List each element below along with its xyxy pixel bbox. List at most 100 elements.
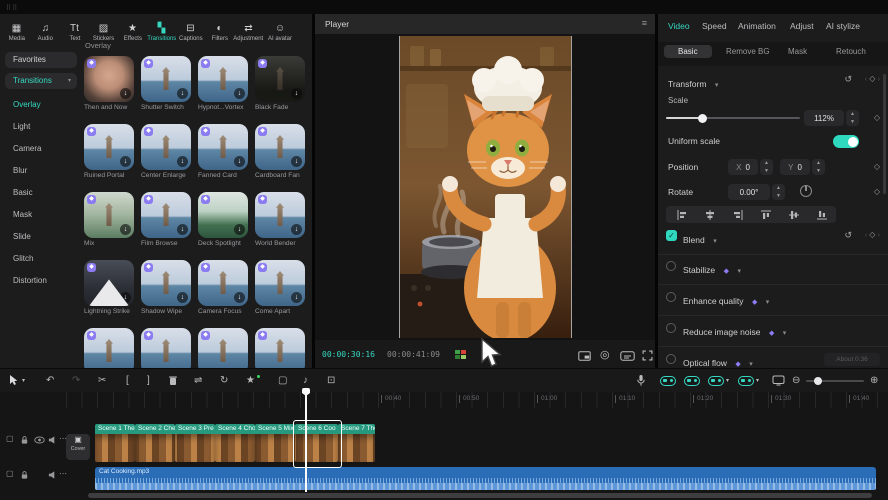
toolbar-item-adjustment[interactable]: ⇄Adjustment xyxy=(234,16,263,48)
transition-item[interactable]: ◆ xyxy=(255,328,312,368)
timeline-clip-scene-5[interactable]: Scene 5 Mix xyxy=(255,424,295,462)
scale-slider[interactable] xyxy=(666,117,800,119)
uniform-scale-toggle[interactable] xyxy=(833,135,859,148)
transition-item[interactable]: ◆ ↓ Camera Focus xyxy=(198,260,255,315)
position-y-field[interactable]: Y0 xyxy=(780,159,810,175)
blend-checkbox[interactable]: ✓ xyxy=(666,230,677,241)
select-tool-icon[interactable] xyxy=(8,369,18,393)
toolbar-item-effects[interactable]: ★Effects xyxy=(118,16,147,48)
sidebar-item-basic[interactable]: Basic xyxy=(13,188,33,197)
split-icon[interactable]: ✂ xyxy=(98,369,106,393)
transition-item[interactable]: ◆ ↓ Film Browse xyxy=(141,192,198,247)
timeline-clip-scene-3[interactable]: Scene 3 Pre xyxy=(175,424,215,462)
chevron-down-icon[interactable]: ▾ xyxy=(756,369,759,393)
position-x-stepper[interactable]: ▲▼ xyxy=(760,159,773,175)
tab-adjust[interactable]: Adjust xyxy=(790,21,814,31)
lock-icon[interactable] xyxy=(20,470,29,480)
redo-icon[interactable]: ↷ xyxy=(72,369,80,393)
timeline-zoom-thumb[interactable] xyxy=(814,377,822,385)
align-left-icon[interactable] xyxy=(676,209,688,221)
voiceover-mic-icon[interactable] xyxy=(636,369,646,393)
position-keyframe-icon[interactable]: ◇ xyxy=(874,162,880,171)
timeline-zoom-slider[interactable] xyxy=(806,380,864,382)
enhance-quality-section-header[interactable]: Enhance quality ◆ ▾ xyxy=(683,291,769,309)
toolbar-item-transitions[interactable]: ▚Transitions xyxy=(147,16,176,48)
blend-reset-icon[interactable]: ↺ xyxy=(844,230,852,241)
align-bottom-icon[interactable] xyxy=(816,209,828,221)
timeline-clip-scene-2[interactable]: Scene 2 Che xyxy=(135,424,175,462)
screen-capture-icon[interactable]: ⊡ xyxy=(327,369,335,393)
transition-item[interactable]: ◆ ↓ Black Fade xyxy=(255,56,312,111)
stabilize-section-header[interactable]: Stabilize ◆ ▾ xyxy=(683,260,741,278)
inspector-scrollbar[interactable] xyxy=(883,74,886,194)
delete-icon[interactable] xyxy=(168,369,178,393)
sidebar-item-light[interactable]: Light xyxy=(13,122,30,131)
linkage-toggle-icon[interactable] xyxy=(684,376,700,386)
scale-slider-thumb[interactable] xyxy=(698,114,707,123)
lock-icon[interactable] xyxy=(20,435,29,445)
transition-thumbnail[interactable]: ◆ ↓ xyxy=(198,260,248,306)
transition-thumbnail[interactable]: ◆ ↓ xyxy=(84,56,134,102)
transition-item[interactable]: ◆ ↓ Ruined Portal xyxy=(84,124,141,179)
transition-item[interactable]: ◆ ↓ World Bender xyxy=(255,192,312,247)
sidebar-item-glitch[interactable]: Glitch xyxy=(13,254,33,263)
timeline-ruler[interactable]: 00:40 00:50 01:00 01:10 01:20 01:30 01:4… xyxy=(66,392,888,408)
rotate-keyframe-icon[interactable]: ◇ xyxy=(874,187,880,196)
align-right-icon[interactable] xyxy=(732,209,744,221)
timeline-clip-scene-6[interactable]: Scene 6 Coo xyxy=(295,424,338,462)
preview-layout-icon[interactable] xyxy=(772,369,785,393)
keyframe-toggle-icon[interactable] xyxy=(708,376,724,386)
player-menu-icon[interactable]: ≡ xyxy=(642,18,647,28)
reduce-noise-checkbox[interactable] xyxy=(666,323,676,333)
auto-snap-toggle-icon[interactable] xyxy=(738,376,754,386)
sidebar-item-slide[interactable]: Slide xyxy=(13,232,31,241)
transition-item[interactable]: ◆ ↓ Cardboard Fan xyxy=(255,124,312,179)
transition-item[interactable]: ◆ ↓ Lightning Strike xyxy=(84,260,141,315)
align-middle-icon[interactable] xyxy=(788,209,800,221)
transition-item[interactable]: ◆ ↓ Mix xyxy=(84,192,141,247)
sidebar-item-distortion[interactable]: Distortion xyxy=(13,276,47,285)
cover-button[interactable]: ▣ Cover xyxy=(66,434,90,460)
transition-item[interactable]: ◆ ↓ Center Enlarge xyxy=(141,124,198,179)
chevron-down-icon[interactable]: ▾ xyxy=(726,369,729,393)
rotate-clip-icon[interactable]: ↻ xyxy=(220,369,228,393)
align-center-h-icon[interactable] xyxy=(704,209,716,221)
transition-item[interactable]: ◆ ↓ Shutter Switch xyxy=(141,56,198,111)
transition-thumbnail[interactable]: ◆ ↓ xyxy=(141,192,191,238)
undo-icon[interactable]: ↶ xyxy=(46,369,54,393)
sidebar-item-blur[interactable]: Blur xyxy=(13,166,27,175)
transition-thumbnail[interactable]: ◆ xyxy=(84,328,134,368)
fullscreen-icon[interactable] xyxy=(642,348,653,366)
transition-thumbnail[interactable]: ◆ ↓ xyxy=(198,124,248,170)
timeline-clip-scene-7[interactable]: Scene 7 The xyxy=(338,424,375,462)
transition-thumbnail[interactable]: ◆ ↓ xyxy=(255,124,305,170)
toolbar-item-ai-avatar[interactable]: ☺AI avatar xyxy=(263,16,297,48)
sidebar-transitions-button[interactable]: Transitions ▾ xyxy=(5,73,77,89)
transition-item[interactable]: ◆ ↓ Shadow Wipe xyxy=(141,260,198,315)
eye-icon[interactable] xyxy=(34,436,45,444)
scale-stepper[interactable]: ▲▼ xyxy=(846,110,859,126)
subtab-basic[interactable]: Basic xyxy=(664,45,712,58)
optical-flow-section-header[interactable]: Optical flow ◆ ▾ xyxy=(683,353,753,368)
zoom-in-icon[interactable]: ⊕ xyxy=(870,369,878,393)
sidebar-item-overlay[interactable]: Overlay xyxy=(13,100,41,109)
mute-speaker-icon[interactable] xyxy=(48,470,57,480)
preview-quality-icon[interactable] xyxy=(620,348,635,366)
focus-frame-icon[interactable]: ◎ xyxy=(600,348,610,361)
transition-thumbnail[interactable]: ◆ ↓ xyxy=(198,56,248,102)
stabilize-checkbox[interactable] xyxy=(666,261,676,271)
tab-animation[interactable]: Animation xyxy=(738,21,776,31)
transition-thumbnail[interactable]: ◆ ↓ xyxy=(255,192,305,238)
mirror-icon[interactable]: ⇌ xyxy=(194,369,202,393)
scale-value-field[interactable]: 112% xyxy=(804,110,844,126)
extract-audio-icon[interactable]: ♪ xyxy=(303,369,308,393)
tab-video[interactable]: Video xyxy=(668,21,690,31)
subtab-retouch[interactable]: Retouch xyxy=(836,47,866,56)
subtab-remove-bg[interactable]: Remove BG xyxy=(726,47,770,56)
timeline-scrollbar[interactable] xyxy=(88,493,872,498)
smart-tool-icon[interactable]: ★ xyxy=(246,369,255,393)
mute-speaker-icon[interactable] xyxy=(48,435,57,445)
delete-right-icon[interactable]: ] xyxy=(147,369,150,393)
position-y-stepper[interactable]: ▲▼ xyxy=(812,159,825,175)
transition-item[interactable]: ◆ ↓ Then and Now xyxy=(84,56,141,111)
